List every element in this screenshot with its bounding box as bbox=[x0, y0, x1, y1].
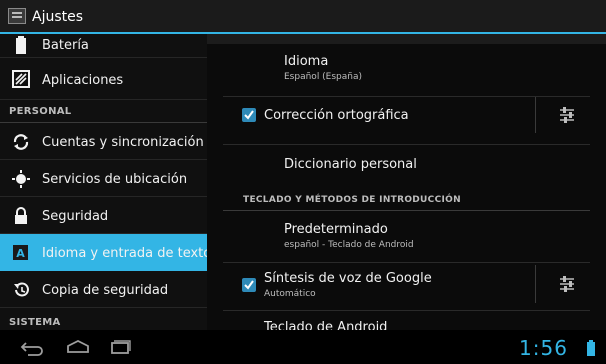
sidebar-item-label: Aplicaciones bbox=[42, 73, 124, 88]
tts-checkbox[interactable] bbox=[242, 278, 256, 292]
sync-icon bbox=[13, 134, 29, 150]
pref-teclado-android[interactable]: Teclado de Android bbox=[207, 312, 606, 330]
pref-sintesis-voz[interactable]: Síntesis de voz de Google Automático bbox=[207, 263, 606, 305]
section-header-teclado: TECLADO Y MÉTODOS DE INTRODUCCIÓN bbox=[243, 195, 461, 205]
system-nav-bar bbox=[0, 330, 606, 364]
pref-summary: Automático bbox=[264, 289, 316, 299]
sidebar-item-label: Cuentas y sincronización bbox=[42, 135, 204, 150]
pref-title: Síntesis de voz de Google bbox=[264, 271, 432, 286]
location-icon bbox=[12, 170, 30, 188]
list-divider bbox=[223, 310, 590, 311]
recent-apps-icon[interactable] bbox=[100, 336, 140, 358]
section-header-personal: PERSONAL bbox=[9, 106, 72, 117]
pref-title: Diccionario personal bbox=[284, 157, 417, 172]
pref-summary: Español (España) bbox=[284, 72, 363, 82]
pref-predeterminado[interactable]: Predeterminado español - Teclado de Andr… bbox=[207, 214, 606, 258]
lock-icon bbox=[15, 207, 27, 224]
sidebar-item-label: Seguridad bbox=[42, 209, 109, 224]
pref-title: Corrección ortográfica bbox=[264, 108, 409, 123]
vertical-separator bbox=[535, 97, 536, 133]
vertical-separator bbox=[535, 265, 536, 303]
spellcheck-checkbox[interactable] bbox=[242, 108, 256, 122]
panel-top-strip bbox=[207, 34, 606, 44]
sidebar-item-label: Idioma y entrada de texto bbox=[42, 246, 207, 261]
settings-sidebar: Batería Aplicaciones PERSONAL Cuentas y … bbox=[0, 34, 207, 330]
backup-icon bbox=[14, 282, 29, 297]
apps-icon bbox=[12, 70, 30, 88]
clock: 1:56 bbox=[519, 336, 568, 360]
sidebar-item-aplicaciones[interactable]: Aplicaciones bbox=[0, 58, 207, 100]
tts-settings-icon[interactable] bbox=[543, 274, 591, 294]
battery-status-icon bbox=[587, 340, 595, 356]
keyboard-a-icon: A bbox=[13, 245, 28, 260]
spellcheck-settings-icon[interactable] bbox=[543, 105, 591, 125]
sidebar-item-copia[interactable]: Copia de seguridad bbox=[0, 271, 207, 308]
language-input-panel: Idioma Español (España) Corrección ortog… bbox=[207, 34, 606, 330]
pref-title: Predeterminado bbox=[284, 222, 388, 237]
action-bar: Ajustes bbox=[0, 0, 606, 34]
settings-app-icon[interactable] bbox=[8, 8, 26, 24]
section-header-sistema: SISTEMA bbox=[9, 317, 61, 328]
pref-title: Teclado de Android bbox=[264, 320, 388, 330]
battery-icon bbox=[16, 36, 26, 54]
sidebar-item-label: Copia de seguridad bbox=[42, 283, 169, 298]
pref-correccion-ortografica[interactable]: Corrección ortográfica bbox=[207, 97, 606, 133]
pref-title: Idioma bbox=[284, 54, 329, 69]
home-icon[interactable] bbox=[58, 336, 98, 358]
checkmark-icon bbox=[244, 280, 254, 290]
app-title: Ajustes bbox=[32, 9, 84, 25]
sidebar-item-idioma[interactable]: A Idioma y entrada de texto bbox=[0, 234, 207, 271]
sidebar-item-cuentas[interactable]: Cuentas y sincronización bbox=[0, 123, 207, 160]
back-icon[interactable] bbox=[8, 336, 48, 358]
pref-summary: español - Teclado de Android bbox=[284, 240, 414, 250]
sidebar-item-ubicacion[interactable]: Servicios de ubicación bbox=[0, 160, 207, 197]
checkmark-icon bbox=[244, 110, 254, 120]
sidebar-item-seguridad[interactable]: Seguridad bbox=[0, 197, 207, 234]
pref-diccionario-personal[interactable]: Diccionario personal bbox=[207, 145, 606, 185]
section-divider bbox=[223, 210, 590, 211]
pref-idioma[interactable]: Idioma Español (España) bbox=[207, 44, 606, 96]
sidebar-item-bateria[interactable]: Batería bbox=[0, 34, 207, 58]
sidebar-item-label: Servicios de ubicación bbox=[42, 172, 188, 187]
svg-text:A: A bbox=[16, 247, 25, 260]
sidebar-item-label: Batería bbox=[42, 38, 89, 53]
